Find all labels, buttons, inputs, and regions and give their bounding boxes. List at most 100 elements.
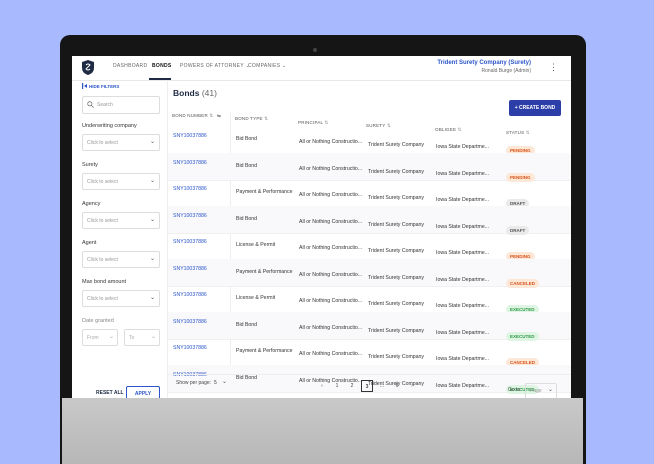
table-row[interactable]: SNY10037886 Bid Bond All or Nothing Constr… <box>168 152 571 182</box>
page-1[interactable]: 1 <box>331 380 343 392</box>
company-name[interactable]: Trident Surety Company (Surety) <box>437 60 531 66</box>
bond-number-link[interactable]: SNY10037886 <box>173 239 207 245</box>
prev-page-icon[interactable]: ‹ <box>316 380 328 392</box>
select-placeholder: Click to select <box>87 218 118 224</box>
filter-label-date-granted: Date granted <box>82 318 114 324</box>
chevron-down-icon: ⌄ <box>149 139 155 145</box>
surety-select[interactable]: Click to select ⌄ <box>82 173 160 190</box>
date-to-select[interactable]: To ⌄ <box>124 329 160 346</box>
chevron-down-icon: ⌄ <box>282 63 287 69</box>
bond-number-link[interactable]: SNY10037886 <box>173 213 207 219</box>
principal-cell: All or Nothing Constructio... <box>299 298 363 304</box>
max-bond-amount-select[interactable]: Click to select ⌄ <box>82 290 160 307</box>
filter-label-agency: Agency <box>82 201 101 207</box>
surety-cell: Trident Surety Company <box>368 274 425 281</box>
agency-select[interactable]: Click to select ⌄ <box>82 212 160 229</box>
chevron-down-icon: ⌄ <box>149 178 155 184</box>
bond-type-cell: Payment & Performance <box>236 268 293 275</box>
table-row[interactable]: SNY10037886 Bid Bond All or Nothing Constr… <box>168 126 571 155</box>
nav-dashboard[interactable]: DASHBOARD <box>113 63 147 69</box>
search-icon <box>87 101 94 108</box>
search-input[interactable]: Search <box>82 96 160 114</box>
filter-sidebar: HIDE FILTERS Search Underwriting company… <box>72 80 168 398</box>
table-row[interactable]: SNY10037886 Payment & Performance All or N… <box>168 179 571 208</box>
bond-number-link[interactable]: SNY10037886 <box>173 186 207 192</box>
top-navigation: DASHBOARD BONDS POWERS OF ATTORNEY ⌄ COM… <box>72 56 571 81</box>
agent-select[interactable]: Click to select ⌄ <box>82 251 160 268</box>
show-per-page-label: Show per page: <box>176 380 212 386</box>
principal-cell: All or Nothing Constructio... <box>299 245 363 251</box>
go-to-page-select[interactable]: Page ⌄ <box>525 383 557 398</box>
more-options-icon[interactable]: ⋮ <box>549 62 558 73</box>
table-row[interactable]: SNY10037886 Bid Bond All or Nothing Constr… <box>168 205 571 235</box>
table-row[interactable]: SNY10037886 License & Permit All or Nothin… <box>168 232 571 261</box>
bond-count: (41) <box>201 88 217 98</box>
surety-cell: Trident Surety Company <box>368 327 425 334</box>
filter-label-underwriting-company: Underwriting company <box>82 123 137 129</box>
sort-icon: ⇅ <box>209 113 214 118</box>
date-from-select[interactable]: From ⌄ <box>82 329 118 346</box>
sort-icon: ⇅ <box>264 116 269 121</box>
bond-type-cell: Bid Bond <box>236 162 258 169</box>
chevron-down-icon: ⌄ <box>149 295 155 301</box>
nav-powers-of-attorney[interactable]: POWERS OF ATTORNEY ⌄ <box>180 63 250 69</box>
column-header-bond-type[interactable]: BOND TYPE ⇅ <box>235 116 268 122</box>
bond-type-cell: Bid Bond <box>236 321 258 328</box>
hide-filters-button[interactable]: HIDE FILTERS <box>89 84 119 89</box>
select-placeholder: From <box>87 335 99 341</box>
go-to-label: Go to: <box>508 387 522 393</box>
principal-cell: All or Nothing Constructio... <box>299 192 363 198</box>
obligee-cell: Iowa State Departme... <box>436 329 490 336</box>
surety-cell: Trident Surety Company <box>368 248 425 254</box>
table-row[interactable]: SNY10037886 License & Permit All or Nothin… <box>168 285 571 314</box>
bond-number-link[interactable]: SNY10037886 <box>173 160 207 166</box>
page-ellipsis: ... <box>379 383 385 389</box>
hide-filters-icon <box>82 83 87 89</box>
principal-cell: All or Nothing Constructio... <box>299 271 363 278</box>
chevron-down-icon: ⌄ <box>150 334 156 340</box>
shield-logo-icon[interactable] <box>82 60 94 75</box>
select-placeholder: Click to select <box>87 140 118 146</box>
apply-button[interactable]: APPLY <box>126 386 160 398</box>
surety-cell: Trident Surety Company <box>368 195 425 201</box>
page-3-current[interactable]: 3 <box>361 380 373 392</box>
chevron-down-icon: ⌄ <box>149 256 155 262</box>
next-page-icon[interactable]: › <box>406 380 418 392</box>
create-bond-button[interactable]: + CREATE BOND <box>509 100 561 116</box>
nav-bonds[interactable]: BONDS <box>152 63 172 69</box>
principal-cell: All or Nothing Constructio... <box>299 218 363 225</box>
obligee-cell: Iowa State Departme... <box>436 144 490 150</box>
underwriting-company-select[interactable]: Click to select ⌄ <box>82 134 160 151</box>
select-placeholder: Page <box>530 388 542 394</box>
bond-type-cell: License & Permit <box>236 295 276 301</box>
column-header-bond-number[interactable]: BOND NUMBER ⇅ <box>172 113 213 119</box>
surety-cell: Trident Surety Company <box>368 221 425 228</box>
surety-cell: Trident Surety Company <box>368 168 425 175</box>
obligee-cell: Iowa State Departme... <box>436 276 490 283</box>
bond-number-link[interactable]: SNY10037886 <box>173 133 207 139</box>
obligee-cell: Iowa State Departme... <box>436 197 490 203</box>
table-row[interactable]: SNY10037886 Payment & Performance All or N… <box>168 258 571 288</box>
per-page-select[interactable]: 5 <box>214 380 217 386</box>
chevron-down-icon[interactable]: ⌄ <box>222 378 227 385</box>
bond-type-cell: License & Permit <box>236 242 276 248</box>
nav-companies[interactable]: COMPANIES ⌄ <box>248 63 287 69</box>
bond-number-link[interactable]: SNY10037886 <box>173 345 207 351</box>
page-6[interactable]: 6 <box>391 380 403 392</box>
user-name: Ronald Burge (Admin) <box>481 68 531 74</box>
page-title: Bonds (41) <box>173 88 217 98</box>
column-toggle-icon[interactable]: ⇆ <box>217 113 221 119</box>
bond-type-cell: Bid Bond <box>236 215 258 222</box>
reset-all-button[interactable]: RESET ALL <box>96 390 124 396</box>
chevron-down-icon: ⌄ <box>149 217 155 223</box>
surety-cell: Trident Surety Company <box>368 142 425 148</box>
page-2[interactable]: 2 <box>346 380 358 392</box>
bond-number-link[interactable]: SNY10037886 <box>173 319 207 325</box>
webcam <box>313 48 317 52</box>
table-row[interactable]: SNY10037886 Bid Bond All or Nothing Constr… <box>168 311 571 341</box>
obligee-cell: Iowa State Departme... <box>436 170 490 177</box>
table-row[interactable]: SNY10037886 Payment & Performance All or N… <box>168 338 571 367</box>
bond-number-link[interactable]: SNY10037886 <box>173 266 207 272</box>
bond-number-link[interactable]: SNY10037886 <box>173 292 207 298</box>
filter-label-surety: Surety <box>82 162 98 168</box>
